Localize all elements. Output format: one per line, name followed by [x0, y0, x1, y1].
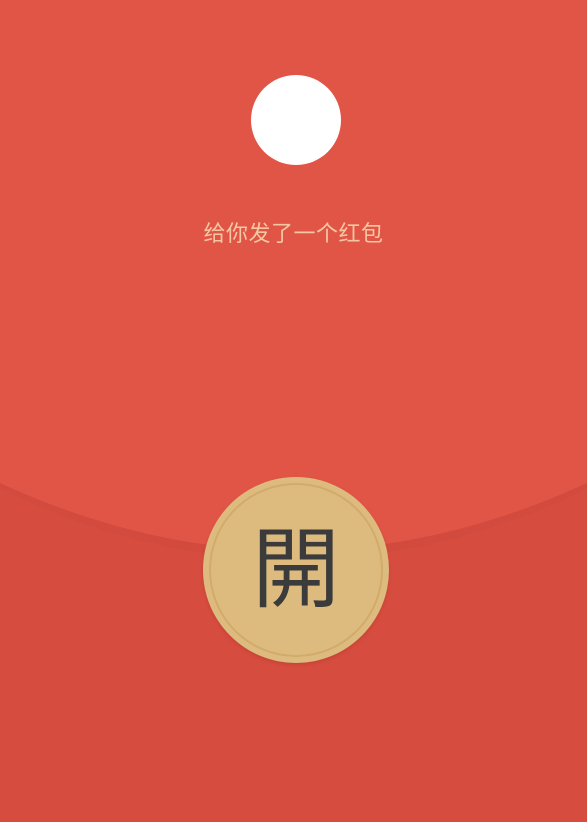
sender-avatar: [251, 75, 341, 165]
greeting-text: 给你发了一个红包: [203, 222, 384, 247]
open-button[interactable]: 開: [203, 477, 389, 663]
red-envelope: 给你发了一个红包 開: [0, 0, 587, 822]
open-button-label: 開: [251, 518, 340, 621]
